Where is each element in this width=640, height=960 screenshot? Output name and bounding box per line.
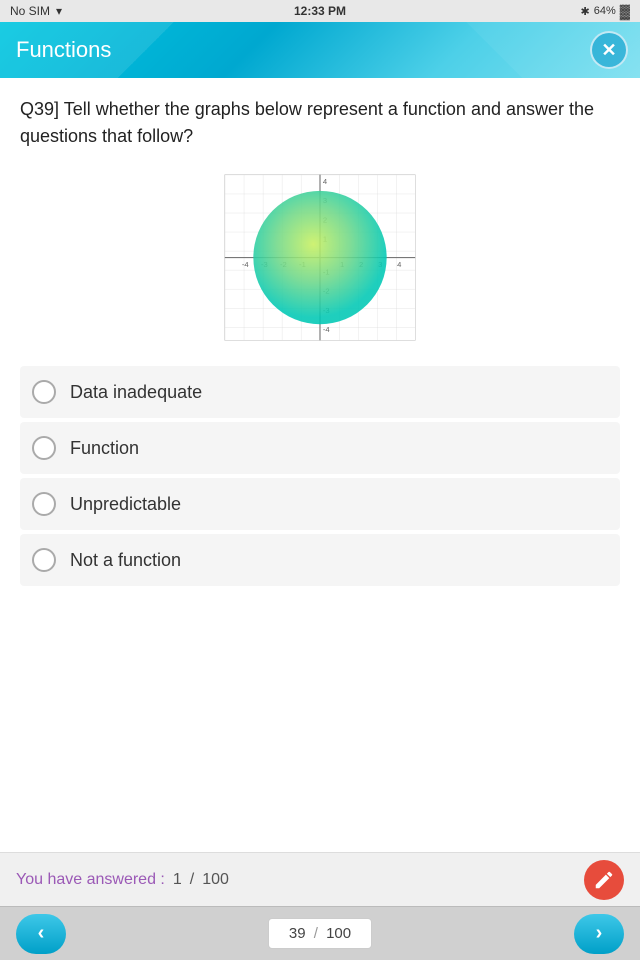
next-button[interactable]: › [574, 914, 624, 954]
current-page: 39 [289, 925, 306, 942]
question-number: Q39] [20, 99, 59, 119]
option-2[interactable]: Function [20, 422, 620, 474]
status-bar: No SIM ▾ 12:33 PM ✱ 64% ▓ [0, 0, 640, 22]
close-button[interactable]: ✕ [590, 31, 628, 69]
option-3-label: Unpredictable [70, 494, 181, 515]
option-3[interactable]: Unpredictable [20, 478, 620, 530]
answered-bar: You have answered : 1 / 100 [0, 852, 640, 906]
svg-text:-4: -4 [242, 260, 250, 269]
question-body: Tell whether the graphs below represent … [20, 99, 594, 146]
total-pages: 100 [326, 925, 351, 942]
main-content: Q39] Tell whether the graphs below repre… [0, 78, 640, 852]
battery-icon: ▓ [620, 3, 630, 19]
answered-label: You have answered : [16, 871, 165, 889]
option-4-label: Not a function [70, 550, 181, 571]
radio-1[interactable] [32, 380, 56, 404]
options-list: Data inadequate Function Unpredictable N… [20, 366, 620, 586]
option-4[interactable]: Not a function [20, 534, 620, 586]
radio-4[interactable] [32, 548, 56, 572]
status-time: 12:33 PM [294, 4, 346, 18]
question-text: Q39] Tell whether the graphs below repre… [20, 96, 620, 150]
header-title: Functions [16, 37, 111, 63]
option-1[interactable]: Data inadequate [20, 366, 620, 418]
answered-current: 1 [173, 871, 182, 889]
carrier-label: No SIM [10, 4, 50, 18]
status-right: ✱ 64% ▓ [581, 3, 630, 19]
nav-slash: / [314, 925, 322, 942]
page-indicator: 39 / 100 [268, 918, 372, 949]
option-1-label: Data inadequate [70, 382, 202, 403]
nav-bar: ‹ 39 / 100 › [0, 906, 640, 960]
function-graph: 4 3 2 1 -1 -2 -3 -4 -4 -3 -2 -1 1 2 3 4 [220, 168, 420, 348]
option-2-label: Function [70, 438, 139, 459]
edit-icon [593, 869, 615, 891]
wifi-icon: ▾ [56, 4, 62, 18]
radio-3[interactable] [32, 492, 56, 516]
answered-total: 100 [202, 871, 229, 889]
header: Functions ✕ [0, 22, 640, 78]
bluetooth-icon: ✱ [581, 5, 590, 18]
prev-button[interactable]: ‹ [16, 914, 66, 954]
answered-slash: / [190, 871, 194, 889]
graph-container: 4 3 2 1 -1 -2 -3 -4 -4 -3 -2 -1 1 2 3 4 [20, 168, 620, 348]
radio-2[interactable] [32, 436, 56, 460]
status-left: No SIM ▾ [10, 4, 62, 18]
battery-label: 64% [594, 5, 616, 17]
edit-icon-button[interactable] [584, 860, 624, 900]
svg-text:-4: -4 [323, 325, 331, 334]
